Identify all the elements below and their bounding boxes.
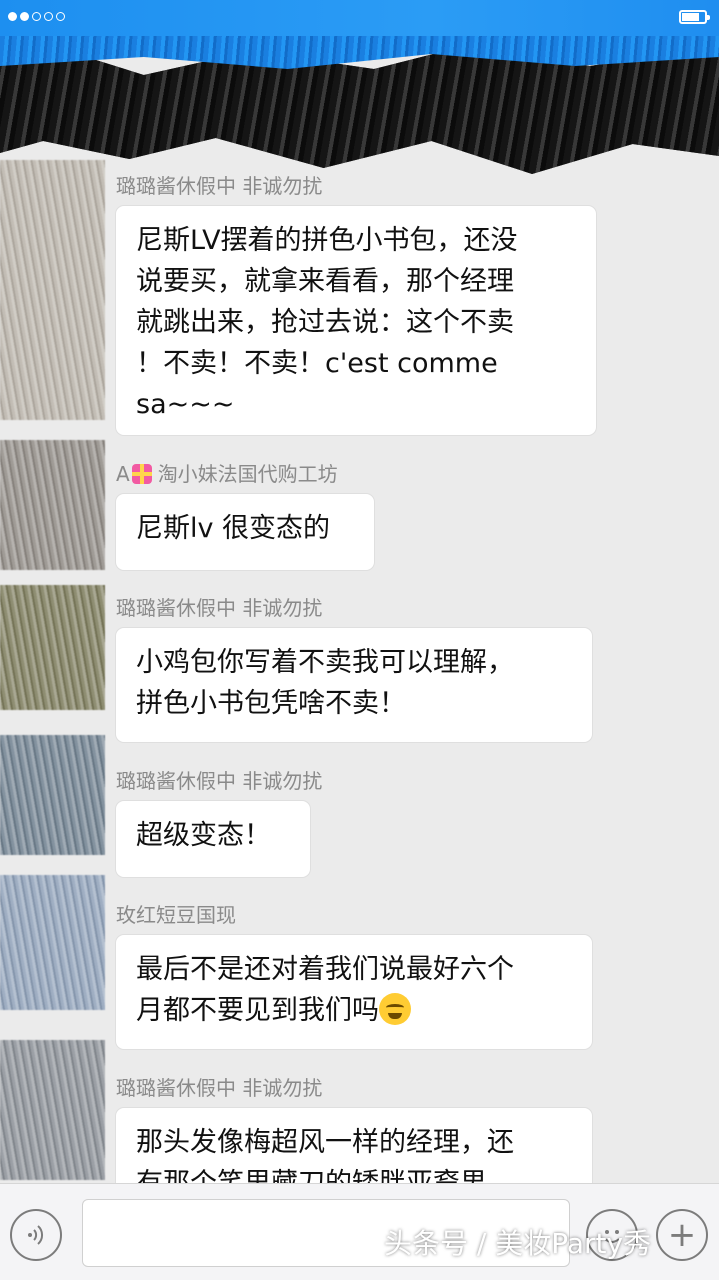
gift-heart-icon: [131, 464, 152, 484]
signal-strength-icon: [8, 12, 65, 21]
sender-name: 璐璐酱休假中 非诚勿扰: [116, 596, 323, 620]
message-text: 最后不是还对着我们说最好六个 月都不要见到我们吗: [136, 954, 514, 1026]
avatar[interactable]: [0, 585, 105, 710]
avatar[interactable]: [0, 440, 105, 570]
message-bubble[interactable]: 小鸡包你写着不卖我可以理解， 拼色小书包凭啥不卖！: [116, 628, 592, 742]
message-bubble[interactable]: 超级变态！: [116, 801, 310, 877]
watermark: 头条号 / 美妆Party秀: [384, 1227, 652, 1260]
message-bubble[interactable]: 尼斯LV摆着的拼色小书包，还没 说要买，就拿来看看，那个经理 就跳出来，抢过去说…: [116, 206, 596, 435]
avatar[interactable]: [0, 735, 105, 855]
status-bar: [0, 0, 719, 40]
sender-name: 璐璐酱休假中 非诚勿扰: [116, 174, 323, 198]
sender-prefix: A: [116, 462, 130, 486]
voice-button[interactable]: [10, 1209, 62, 1261]
chat-message: 玫红短豆国现 最后不是还对着我们说最好六个 月都不要见到我们吗: [116, 901, 592, 1049]
avatar[interactable]: [0, 875, 105, 1010]
chat-message: 璐璐酱休假中 非诚勿扰 尼斯LV摆着的拼色小书包，还没 说要买，就拿来看看，那个…: [116, 172, 596, 435]
chat-screen: 璐璐酱休假中 非诚勿扰 尼斯LV摆着的拼色小书包，还没 说要买，就拿来看看，那个…: [0, 0, 719, 1280]
more-button[interactable]: +: [656, 1209, 708, 1261]
voice-wave-icon: [28, 1225, 44, 1245]
sender-name: 璐璐酱休假中 非诚勿扰: [116, 769, 323, 793]
battery-icon: [679, 10, 710, 24]
message-bubble[interactable]: 最后不是还对着我们说最好六个 月都不要见到我们吗: [116, 935, 592, 1049]
plus-icon: +: [667, 1215, 697, 1255]
message-bubble[interactable]: 尼斯lv 很变态的: [116, 494, 374, 570]
sender-name: 玫红短豆国现: [116, 903, 236, 927]
crying-laughing-emoji-icon: [379, 993, 411, 1025]
sender-name: 淘小妹法国代购工坊: [157, 462, 338, 486]
sender-name-row: A 淘小妹法国代购工坊: [116, 460, 374, 488]
chat-message: 璐璐酱休假中 非诚勿扰 超级变态！: [116, 767, 322, 877]
chat-message: A 淘小妹法国代购工坊 尼斯lv 很变态的: [116, 460, 374, 570]
sender-name: 璐璐酱休假中 非诚勿扰: [116, 1076, 323, 1100]
chat-message: 璐璐酱休假中 非诚勿扰 小鸡包你写着不卖我可以理解， 拼色小书包凭啥不卖！: [116, 594, 592, 742]
avatar[interactable]: [0, 160, 105, 420]
avatar[interactable]: [0, 1040, 105, 1180]
